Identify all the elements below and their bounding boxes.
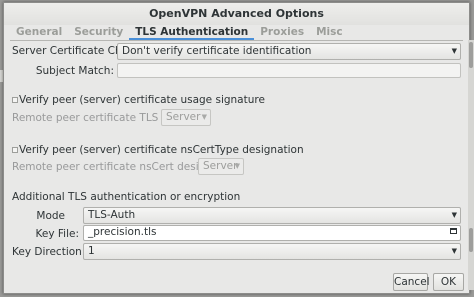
subject-match-input[interactable]: [117, 63, 461, 78]
server-cert-check-value: Don't verify certificate identification: [122, 45, 312, 57]
nscert-designation-dropdown: Server ▼: [198, 158, 244, 175]
tls-type-value: Server: [166, 111, 201, 123]
nscert-designation-value: Server: [203, 160, 238, 172]
cancel-button[interactable]: Cancel: [393, 273, 430, 291]
tls-type-dropdown: Server ▼: [161, 109, 211, 126]
background-scrollbar-thumb[interactable]: [469, 42, 473, 68]
background-scrollbar[interactable]: [468, 40, 474, 290]
mode-dropdown[interactable]: TLS-Auth ▼: [83, 207, 461, 224]
chevron-down-icon: ▼: [451, 47, 457, 55]
tab-proxies[interactable]: Proxies: [254, 25, 310, 40]
key-direction-label: Key Direction:: [12, 246, 86, 258]
verify-nscert-label[interactable]: Verify peer (server) certificate nsCertT…: [19, 144, 304, 156]
verify-usage-row: Verify peer (server) certificate usage s…: [12, 94, 265, 106]
key-file-label: Key File:: [35, 228, 79, 240]
mode-value: TLS-Auth: [88, 209, 136, 221]
subject-match-label: Subject Match:: [35, 65, 114, 77]
chevron-down-icon: ▼: [451, 247, 457, 255]
ok-button[interactable]: OK: [433, 273, 464, 291]
verify-usage-checkbox[interactable]: [12, 97, 18, 103]
file-chooser-icon: [450, 228, 457, 234]
tab-general[interactable]: General: [10, 25, 68, 40]
background-scrollbar-thumb-2[interactable]: [469, 228, 473, 252]
tab-misc[interactable]: Misc: [310, 25, 349, 40]
server-cert-check-dropdown[interactable]: Don't verify certificate identification …: [117, 43, 461, 60]
window-title: OpenVPN Advanced Options: [4, 3, 469, 25]
chevron-down-icon: ▼: [234, 162, 240, 170]
verify-nscert-row: Verify peer (server) certificate nsCertT…: [12, 144, 304, 156]
key-file-value: _precision.tls: [88, 226, 157, 238]
key-direction-value: 1: [88, 245, 95, 257]
key-file-chooser[interactable]: _precision.tls: [83, 225, 461, 241]
tab-bar: General Security TLS Authentication Prox…: [10, 25, 463, 41]
verify-usage-label[interactable]: Verify peer (server) certificate usage s…: [19, 94, 265, 106]
verify-nscert-checkbox[interactable]: [12, 147, 18, 153]
chevron-down-icon: ▼: [201, 113, 207, 121]
advanced-options-dialog: OpenVPN Advanced Options General Securit…: [3, 2, 470, 294]
tab-security[interactable]: Security: [68, 25, 129, 40]
chevron-down-icon: ▼: [451, 211, 457, 219]
key-direction-dropdown[interactable]: 1 ▼: [83, 243, 461, 260]
tab-tls-authentication[interactable]: TLS Authentication: [129, 25, 255, 40]
mode-label: Mode: [36, 210, 65, 222]
additional-tls-heading: Additional TLS authentication or encrypt…: [12, 191, 241, 203]
